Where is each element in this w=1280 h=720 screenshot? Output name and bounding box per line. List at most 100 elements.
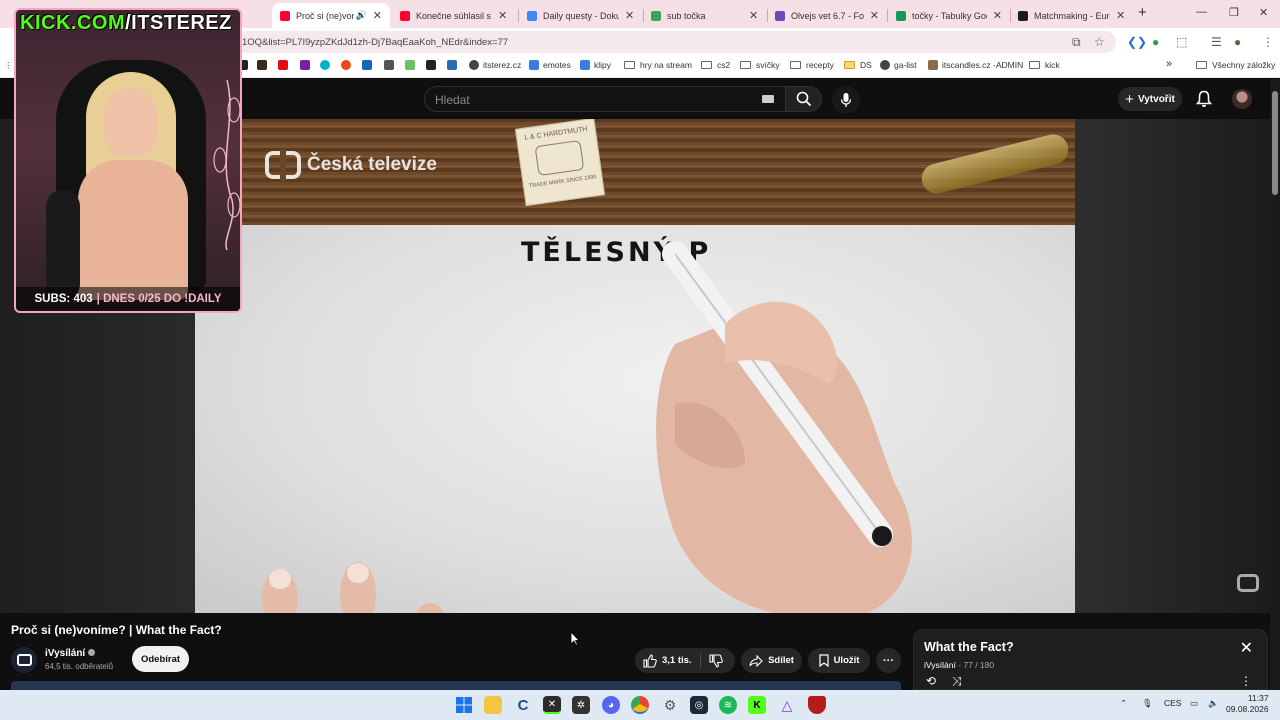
close-tab-icon[interactable]: ✕ xyxy=(1116,9,1125,22)
playlist-menu-icon[interactable]: ⋮ xyxy=(1240,674,1252,688)
launcher-app-icon[interactable]: ✲ xyxy=(572,696,590,714)
bookmark-favicon-icon[interactable] xyxy=(257,60,267,70)
channel-avatar[interactable] xyxy=(11,647,37,673)
close-tab-icon[interactable]: ✕ xyxy=(993,9,1002,22)
minimize-icon[interactable]: — xyxy=(1196,6,1207,18)
bookmark-favicon-icon[interactable] xyxy=(384,60,394,70)
close-tab-icon[interactable]: ✕ xyxy=(373,9,382,22)
reading-list-icon[interactable]: ☰ xyxy=(1211,35,1222,49)
bookmark-favicon-icon xyxy=(580,60,590,70)
bookmark-folder-ds[interactable]: DS xyxy=(844,60,872,70)
hub-app-icon[interactable]: C xyxy=(514,696,532,714)
input-language[interactable]: CES xyxy=(1164,698,1181,708)
loop-playlist-icon[interactable]: ⟲ xyxy=(926,674,936,688)
keyboard-icon[interactable] xyxy=(762,95,774,103)
bookmarks-overflow-button[interactable]: » xyxy=(1166,58,1172,70)
like-button[interactable]: 3,1 tis. xyxy=(643,653,692,668)
address-bar[interactable]: 1OQ&list=PL7I9yzpZKdJd1zh-Dj7BaqEaaKoh_N… xyxy=(236,31,1116,53)
bookmark-favicon-icon[interactable] xyxy=(300,60,310,70)
close-tab-icon[interactable]: ✕ xyxy=(749,9,758,22)
paypal-icon[interactable] xyxy=(362,60,372,70)
page-scrollbar[interactable] xyxy=(1270,79,1280,690)
close-window-icon[interactable]: ✕ xyxy=(1259,6,1268,19)
restore-icon[interactable]: ❐ xyxy=(1229,6,1239,19)
bookmark-folder-kick[interactable]: kick xyxy=(1029,60,1060,70)
settings-gear-icon[interactable]: ⚙ xyxy=(661,696,679,714)
bookmark-ga-list[interactable]: ga-list xyxy=(880,60,917,70)
bookmark-favicon-icon xyxy=(928,60,938,70)
file-explorer-icon[interactable] xyxy=(484,696,502,714)
kick-channel-url: KICK.COM/ITSTEREZ xyxy=(20,12,232,34)
apps-grid-icon[interactable]: ⋮ xyxy=(4,60,13,71)
channel-name[interactable]: iVysílání xyxy=(45,648,96,659)
bookmark-save-icon xyxy=(818,654,829,667)
close-tab-icon[interactable]: ✕ xyxy=(498,9,507,22)
chrome-icon[interactable] xyxy=(631,696,649,714)
volume-icon[interactable]: 🔈 xyxy=(1208,698,1219,709)
search-input[interactable]: Hledat xyxy=(424,86,786,112)
netflix-icon[interactable] xyxy=(278,60,288,70)
more-actions-button[interactable]: ··· xyxy=(876,648,901,673)
extension-badge-icon[interactable]: ● xyxy=(1152,35,1159,49)
close-tab-icon[interactable]: ✕ xyxy=(625,9,634,22)
bookmark-klipy[interactable]: klipy xyxy=(580,60,611,70)
profile-icon[interactable]: ● xyxy=(1234,35,1241,49)
tray-mic-icon[interactable]: 🎙 xyxy=(1142,698,1153,709)
bookmark-favicon-icon[interactable] xyxy=(447,60,457,70)
bookmark-emotes[interactable]: emotes xyxy=(529,60,571,70)
kick-app-icon[interactable]: K xyxy=(748,696,766,714)
tab-6[interactable]: točky - Tabulky Goog ✕ xyxy=(888,3,1010,28)
bookmark-folder-cs2[interactable]: cs2 xyxy=(701,60,730,70)
extension-icon[interactable]: ❮❯ xyxy=(1127,35,1147,49)
tab-2[interactable]: Konečne súhlasil s pr ✕ xyxy=(392,3,516,28)
close-playlist-icon[interactable]: ✕ xyxy=(1240,638,1253,658)
download-icon[interactable] xyxy=(426,60,436,70)
bookmark-folder-hry[interactable]: hry na stream xyxy=(624,60,692,70)
voice-search-button[interactable] xyxy=(832,86,860,114)
bookmark-favicon-icon[interactable] xyxy=(320,60,330,70)
menu-kebab-icon[interactable]: ⋮ xyxy=(1262,35,1274,49)
bookmark-folder-recepty[interactable]: recepty xyxy=(790,60,834,70)
obs-app-icon[interactable]: ✕ xyxy=(543,696,561,714)
tab-3[interactable]: Daily questy - Dokum ✕ xyxy=(519,3,643,28)
search-button[interactable] xyxy=(786,86,822,112)
start-windows-icon[interactable] xyxy=(455,696,473,714)
steam-icon[interactable]: ◎ xyxy=(690,696,708,714)
tab-video[interactable]: Proč si (ne)voním 🔊 ✕ xyxy=(272,3,390,28)
bookmark-itsterez[interactable]: itsterez.cz xyxy=(469,60,521,70)
scrollbar-thumb[interactable] xyxy=(1272,91,1278,195)
extensions-puzzle-icon[interactable]: ⬚ xyxy=(1176,35,1187,49)
tray-expand-icon[interactable]: ⌃ xyxy=(1120,698,1127,709)
tab-5[interactable]: Olvejs vet 6.7 - Form ✕ xyxy=(767,3,887,28)
bookmark-favicon-icon[interactable] xyxy=(405,60,415,70)
save-button[interactable]: Uložit xyxy=(808,648,870,673)
bookmark-itscandles[interactable]: itscandles.cz -ADMIN xyxy=(928,60,1023,70)
playlist-title[interactable]: What the Fact? xyxy=(924,640,1014,654)
new-tab-button[interactable]: + xyxy=(1138,4,1147,21)
discord-icon[interactable]: ◕ xyxy=(602,696,620,714)
notifications-bell-icon[interactable] xyxy=(1196,90,1212,108)
share-arrow-icon xyxy=(749,654,763,667)
all-bookmarks-folder[interactable]: Všechny záložky xyxy=(1196,60,1275,70)
spotify-icon[interactable]: ≋ xyxy=(719,696,737,714)
bookmark-star-icon[interactable]: ☆ xyxy=(1094,35,1105,49)
dev-app-icon[interactable]: △ xyxy=(778,696,796,714)
close-tab-icon[interactable]: ✕ xyxy=(870,9,879,22)
folder-icon xyxy=(1196,61,1207,69)
network-icon[interactable]: ▭ xyxy=(1190,698,1198,709)
share-button[interactable]: Sdílet xyxy=(741,648,802,673)
install-app-icon[interactable]: ⧉ xyxy=(1072,35,1081,50)
bookmark-folder-svicky[interactable]: svíčky xyxy=(740,60,780,70)
thumbs-down-icon[interactable] xyxy=(709,654,723,668)
bookmark-favicon-icon[interactable] xyxy=(341,60,351,70)
create-button[interactable]: + Vytvořit xyxy=(1118,87,1182,111)
vpn-shield-icon[interactable] xyxy=(808,696,826,714)
tab-4[interactable]: sub točka ✕ xyxy=(643,3,767,28)
broadcaster-watermark: Česká televize xyxy=(265,149,437,181)
account-avatar[interactable] xyxy=(1232,89,1252,109)
system-clock[interactable]: 11:37 09.08.2026 xyxy=(1226,693,1269,715)
shuffle-icon[interactable]: ⤨ xyxy=(952,674,962,689)
subscribe-button[interactable]: Odebírat xyxy=(132,646,189,672)
video-frame[interactable]: Česká televize L & C HARDTMUTH TRADE MAR… xyxy=(195,119,1075,613)
tab-7[interactable]: Matchmaking - Europ ✕ xyxy=(1010,3,1134,28)
